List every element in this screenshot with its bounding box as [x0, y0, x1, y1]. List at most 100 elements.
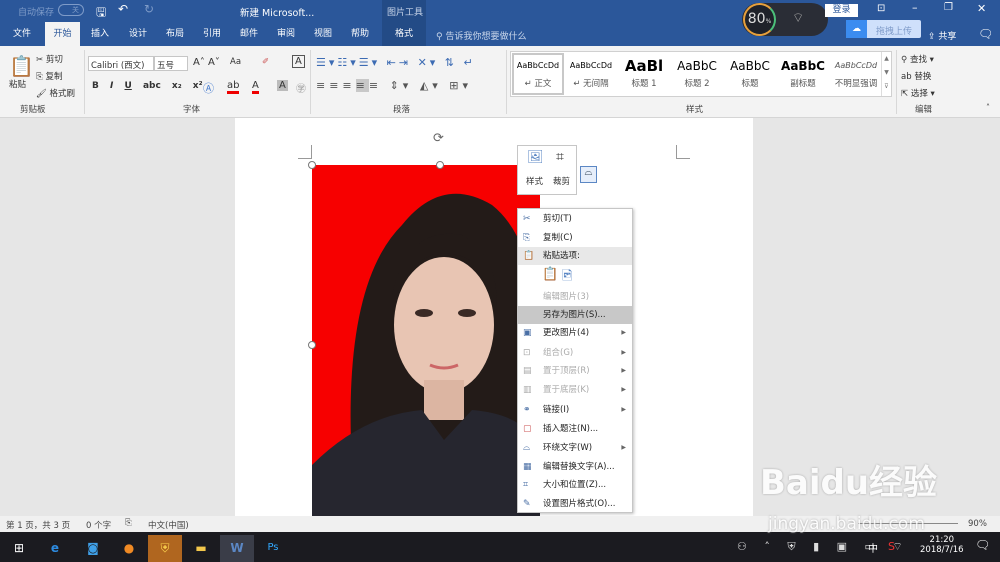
rotate-handle-icon[interactable]: ⟳	[433, 131, 444, 146]
style-title[interactable]: AaBbC 标题	[724, 55, 776, 95]
paste-as-picture-icon[interactable]: 🖻	[562, 267, 572, 289]
ie-icon[interactable]: e	[38, 535, 72, 562]
enclose-char-icon[interactable]: ㊫	[296, 80, 306, 95]
share-button[interactable]: ⇪ 共享	[928, 29, 956, 42]
select-button[interactable]: ⇱ 选择 ▾	[901, 87, 935, 99]
wifi-app-icon[interactable]: ◙	[76, 535, 110, 562]
paste-keep-format-icon[interactable]: 📋	[542, 267, 558, 282]
shield-app-icon[interactable]: ⛨	[148, 535, 182, 562]
menu-item-wrap-text[interactable]: ⌓ 环绕文字(W) ▶	[518, 439, 632, 457]
menu-label: 置于底层(K)	[543, 385, 590, 395]
style-normal[interactable]: AaBbCcDd ↵ 正文	[512, 53, 564, 95]
menu-item-format-picture[interactable]: ✎ 设置图片格式(O)...	[518, 495, 632, 513]
style-button[interactable]: 样式	[526, 175, 543, 187]
menu-item-cut[interactable]: ✂ 剪切(T)	[518, 210, 632, 228]
change-case-button[interactable]: Aa	[230, 57, 241, 67]
photoshop-icon[interactable]: Ps	[256, 535, 290, 562]
undo-icon[interactable]: ↶	[118, 2, 128, 16]
autosave-toggle[interactable]: 关	[58, 4, 84, 16]
char-border-icon[interactable]: A	[292, 55, 305, 68]
browser-icon[interactable]: ●	[112, 535, 146, 562]
font-name-select[interactable]: Calibri (西文)	[88, 56, 154, 71]
list-buttons[interactable]: ☰▾☷▾☰▾ ⇤⇥ ✕▾ ⇅ ↵	[316, 56, 476, 69]
format-buttons[interactable]: B I U abc x₂ x²	[92, 81, 203, 91]
menu-item-link[interactable]: ⚭ 链接(I) ▶	[518, 401, 632, 419]
clock[interactable]: 21:20 2018/7/16	[920, 535, 964, 555]
page-count[interactable]: 第 1 页，共 3 页	[6, 519, 70, 531]
tab-review[interactable]: 审阅	[268, 22, 304, 46]
layout-options-icon[interactable]: ⌓	[580, 166, 597, 183]
resize-handle[interactable]	[308, 341, 316, 349]
menu-item-save-as-picture[interactable]: 另存为图片(S)...	[518, 306, 632, 324]
speed-widget[interactable]: 80% ⌔	[742, 3, 828, 36]
text-effects-icon[interactable]: Ⓐ	[203, 80, 214, 96]
zoom-level[interactable]: 90%	[968, 519, 987, 529]
tab-insert[interactable]: 插入	[82, 22, 118, 46]
file-explorer-icon[interactable]: ▬	[184, 535, 218, 562]
style-subtitle[interactable]: AaBbC 副标题	[777, 55, 829, 95]
tab-view[interactable]: 视图	[305, 22, 341, 46]
style-subtle-emphasis[interactable]: AaBbCcDd 不明显强调	[830, 55, 882, 95]
tab-layout[interactable]: 布局	[157, 22, 193, 46]
resize-handle[interactable]	[308, 161, 316, 169]
menu-item-edit-alt-text[interactable]: ▦ 编辑替换文字(A)...	[518, 458, 632, 476]
tab-help[interactable]: 帮助	[342, 22, 378, 46]
login-button[interactable]: 登录	[825, 4, 858, 17]
find-button[interactable]: ⚲ 查找 ▾	[901, 53, 934, 65]
date: 2018/7/16	[920, 545, 964, 555]
restore-button[interactable]: ❐	[944, 2, 953, 13]
menu-item-insert-caption[interactable]: ▢ 插入题注(N)...	[518, 420, 632, 438]
tray-icons[interactable]: ⚇ ˄ ⛨ ▮ ▣ ▭ ⌔	[737, 540, 910, 554]
proofing-icon[interactable]: ⎘	[125, 518, 132, 528]
style-heading1[interactable]: AaBl 标题 1	[618, 55, 670, 95]
tab-format[interactable]: 格式	[382, 22, 426, 46]
comments-icon[interactable]: 🗨	[978, 27, 993, 41]
font-color-icon[interactable]: A	[252, 80, 259, 94]
notification-icon[interactable]: 🗨	[975, 538, 990, 552]
crop-button[interactable]: 裁剪	[553, 175, 570, 187]
group-icon: ⊡	[523, 348, 531, 358]
picture-style-icon[interactable]: 🖼	[527, 150, 544, 165]
cut-button[interactable]: ✂ 剪切	[36, 53, 63, 65]
word-icon[interactable]: W	[220, 535, 254, 562]
minimize-button[interactable]: –	[912, 1, 918, 14]
selected-photo[interactable]	[312, 165, 540, 516]
copy-button[interactable]: ⎘ 复制	[36, 70, 63, 82]
start-icon[interactable]: ⊞	[2, 535, 36, 562]
tab-file[interactable]: 文件	[3, 22, 41, 46]
collapse-ribbon-icon[interactable]: ˄	[986, 103, 990, 112]
ime-indicator[interactable]: 中	[868, 540, 878, 555]
paste-button[interactable]: 粘贴	[9, 78, 26, 90]
menu-item-copy[interactable]: ⎘ 复制(C)	[518, 229, 632, 247]
alignment-buttons[interactable]: ≡≡≡≡≡ ⇕▾ ◭▾ ⊞▾	[316, 79, 472, 92]
style-heading2[interactable]: AaBbC 标题 2	[671, 55, 723, 95]
format-painter-button[interactable]: 🖌 格式刷	[36, 87, 75, 99]
close-button[interactable]: ✕	[977, 2, 986, 15]
redo-icon[interactable]: ↻	[144, 2, 154, 16]
sogou-icon[interactable]: S	[888, 540, 895, 553]
crop-icon[interactable]: ⌗	[556, 149, 564, 165]
resize-handle[interactable]	[436, 161, 444, 169]
grow-shrink-font-icons[interactable]: A˄ A˅	[193, 57, 220, 68]
tab-mailings[interactable]: 邮件	[231, 22, 267, 46]
upload-button[interactable]: ☁ 拖拽上传	[846, 20, 921, 38]
ribbon-display-icon[interactable]: ⊡	[877, 3, 885, 14]
style-no-spacing[interactable]: AaBbCcDd ↵ 无间隔	[565, 55, 617, 95]
clear-format-icon[interactable]: ✐	[262, 57, 269, 67]
language[interactable]: 中文(中国)	[148, 519, 189, 531]
menu-item-size-position[interactable]: ⌗ 大小和位置(Z)...	[518, 476, 632, 494]
tell-me-search[interactable]: ⚲ 告诉我你想要做什么	[436, 29, 526, 42]
styles-scroll[interactable]: ▲ ▼ ⊽	[881, 52, 891, 96]
char-shading-icon[interactable]: A	[277, 80, 288, 91]
save-icon[interactable]: 🖫	[96, 3, 106, 24]
highlight-icon[interactable]: ab	[227, 80, 240, 94]
replace-button[interactable]: ab 替换	[901, 70, 931, 82]
tab-home[interactable]: 开始	[45, 22, 80, 46]
paste-icon[interactable]: 📋	[9, 54, 34, 78]
change-picture-icon: ▣	[523, 328, 532, 338]
font-size-select[interactable]: 五号	[154, 56, 188, 71]
tab-references[interactable]: 引用	[194, 22, 230, 46]
word-count[interactable]: 0 个字	[86, 519, 111, 531]
tab-design[interactable]: 设计	[120, 22, 156, 46]
menu-item-change-picture[interactable]: ▣ 更改图片(4) ▶	[518, 324, 632, 342]
